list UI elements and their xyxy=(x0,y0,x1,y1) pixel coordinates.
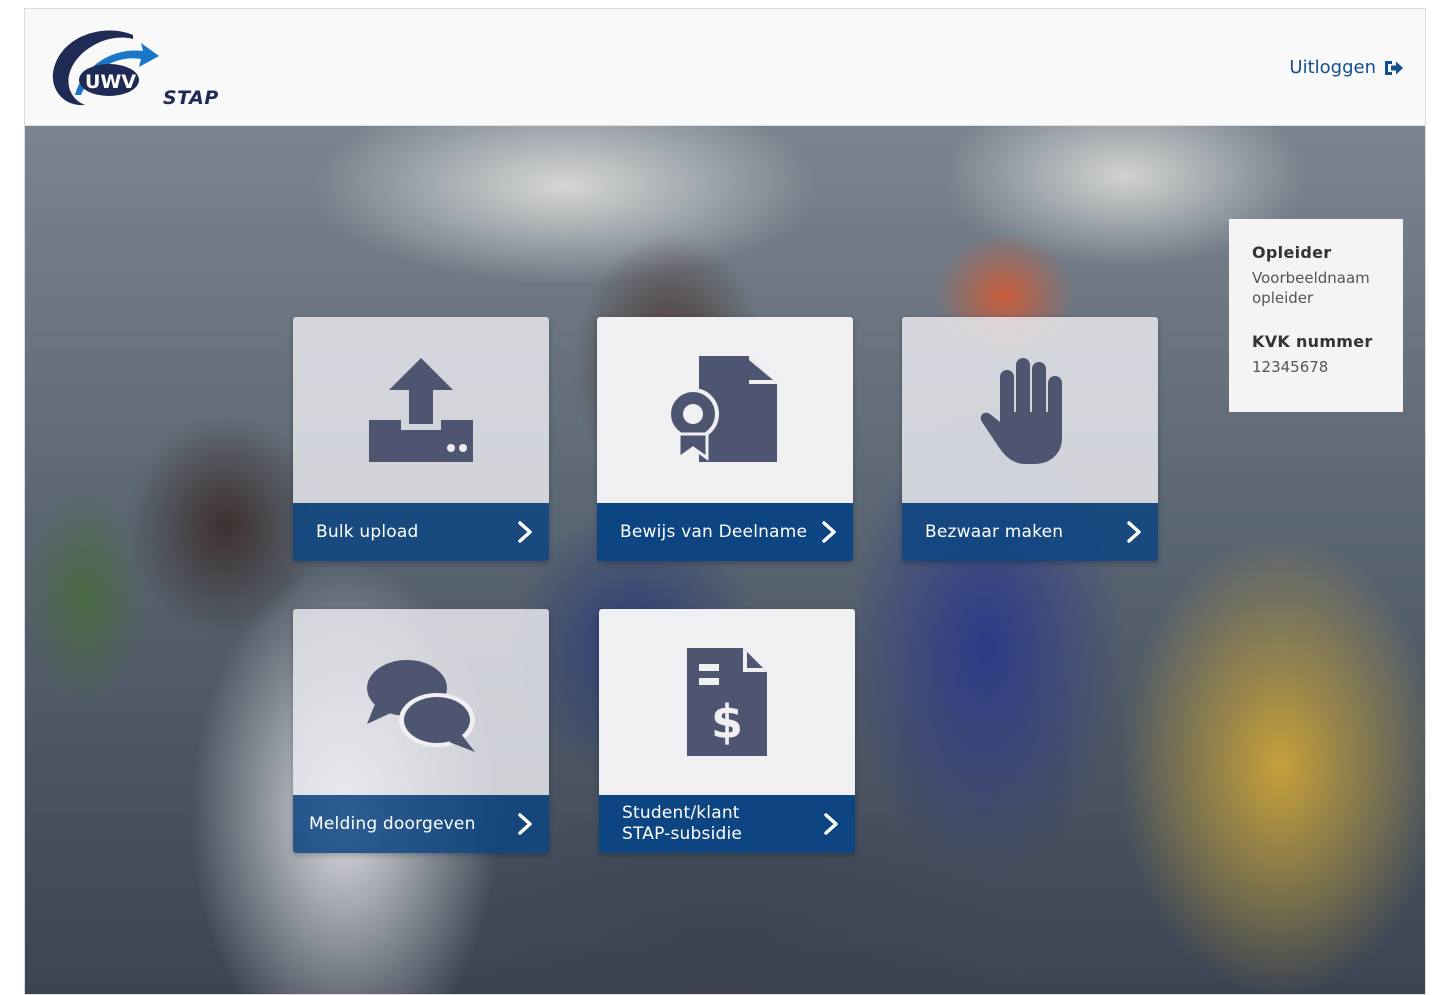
chat-bubbles-icon xyxy=(367,660,475,752)
site-header: UWV STAP Uitloggen xyxy=(25,9,1425,126)
invoice-dollar-icon: $ xyxy=(687,648,767,756)
kvk-label: KVK nummer xyxy=(1252,332,1373,351)
chevron-right-icon xyxy=(822,521,836,543)
chevron-right-icon xyxy=(824,813,838,835)
uwv-stap-logo[interactable]: UWV STAP xyxy=(45,25,218,111)
tile-label: Melding doorgeven xyxy=(309,813,476,834)
tile-label: Bewijs van Deelname xyxy=(620,521,808,542)
logo-stap-text: STAP xyxy=(163,87,219,109)
certificate-icon xyxy=(667,356,777,462)
chevron-right-icon xyxy=(518,813,532,835)
upload-icon xyxy=(369,358,473,462)
logout-link[interactable]: Uitloggen xyxy=(1289,57,1403,78)
chevron-right-icon xyxy=(518,521,532,543)
chevron-right-icon xyxy=(1127,521,1141,543)
logo-uwv-text: UWV xyxy=(85,71,136,93)
hero-background: Bulk upload Bewijs van Deelname Bezwaar … xyxy=(25,126,1425,994)
tile-label-line2: STAP-subsidie xyxy=(622,824,743,844)
logout-label: Uitloggen xyxy=(1289,57,1376,78)
tile-melding-doorgeven[interactable]: Melding doorgeven xyxy=(293,609,549,853)
tile-bewijs-van-deelname[interactable]: Bewijs van Deelname xyxy=(597,317,853,561)
tile-label-line1: Student/klant xyxy=(622,803,740,823)
dollar-glyph: $ xyxy=(711,695,743,749)
tile-student-klant-stap-subsidie[interactable]: $ Student/klant STAP-subsidie xyxy=(599,609,855,853)
tile-label: Bezwaar maken xyxy=(925,521,1064,542)
tile-bezwaar-maken[interactable]: Bezwaar maken xyxy=(902,317,1158,561)
tile-label: Bulk upload xyxy=(316,521,419,542)
hand-stop-icon xyxy=(980,358,1062,464)
tile-bulk-upload[interactable]: Bulk upload xyxy=(293,317,549,561)
sign-out-icon xyxy=(1385,60,1403,75)
provider-info-panel: Opleider Voorbeeldnaam opleider KVK numm… xyxy=(1229,219,1403,412)
provider-value: Voorbeeldnaam opleider xyxy=(1252,269,1370,307)
app-frame: UWV STAP Uitloggen Bulk upload Bewijs va… xyxy=(24,8,1426,995)
tile-label: Student/klant STAP-subsidie xyxy=(599,803,742,845)
kvk-value: 12345678 xyxy=(1252,358,1329,376)
provider-label: Opleider xyxy=(1252,243,1332,262)
